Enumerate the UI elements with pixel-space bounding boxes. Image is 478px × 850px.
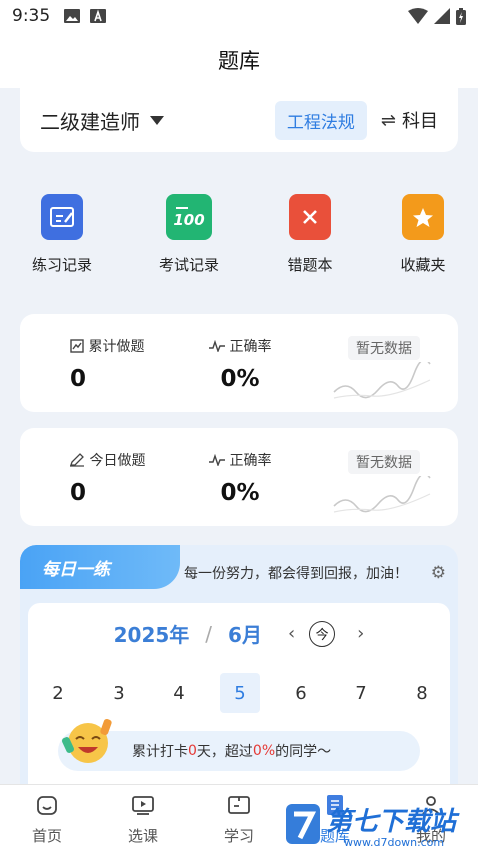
signal-icon <box>434 8 450 24</box>
exam-name: 二级建造师 <box>40 109 140 134</box>
today-nodata-badge: 暂无数据 <box>348 450 420 474</box>
exam-record-label: 考试记录 <box>158 256 219 274</box>
total-done-label: 累计做题 <box>88 339 145 355</box>
sparkline-placeholder <box>333 362 431 399</box>
wifi-icon <box>408 8 428 24</box>
total-rate-stat: 正确率 0% <box>198 336 282 392</box>
calendar-year[interactable]: 2025年 <box>114 619 190 648</box>
today-rate-label: 正确率 <box>229 453 272 469</box>
total-nodata-badge: 暂无数据 <box>348 336 420 360</box>
page-title: 题库 <box>218 49 260 73</box>
calendar-separator: / <box>205 621 213 646</box>
status-bar: 9:35 <box>0 0 478 32</box>
wrong-book-label: 错题本 <box>287 256 333 274</box>
day-cell[interactable]: 3 <box>99 673 139 713</box>
calendar-month[interactable]: 6月 <box>228 619 262 648</box>
watermark-url: www.d7down.com <box>344 836 444 849</box>
tab-course[interactable]: 选课 <box>113 793 173 846</box>
day-cell[interactable]: 7 <box>341 673 381 713</box>
favorites-label: 收藏夹 <box>400 256 446 274</box>
svg-text:100: 100 <box>173 211 204 229</box>
site-watermark-logo: 第七下载站 www.d7down.com <box>286 804 460 849</box>
calendar-header: 2025年 / 6月 ‹ 今 › <box>28 619 450 648</box>
quick-entries: 练习记录 100 考试记录 错题本 收藏夹 <box>0 190 478 280</box>
practice-record-label: 练习记录 <box>31 256 92 274</box>
chart-doc-icon <box>69 339 84 353</box>
prev-week-button[interactable]: ‹ <box>288 623 295 644</box>
battery-icon <box>456 7 466 25</box>
sparkline-placeholder <box>333 476 431 513</box>
streak-days: 0 <box>188 743 197 759</box>
switch-subject-label: 科目 <box>402 111 438 132</box>
today-rate-value: 0% <box>220 480 260 506</box>
pulse-icon <box>208 454 225 466</box>
watermark-text: 第七下载站 <box>326 807 460 837</box>
mascot-emoji-icon <box>61 718 112 763</box>
exam-record-entry[interactable]: 100 考试记录 <box>139 190 239 275</box>
favorites-icon <box>402 194 444 240</box>
practice-record-icon <box>41 194 83 240</box>
wrong-book-icon <box>289 194 331 240</box>
switch-subject-button[interactable]: ⇌ 科目 <box>381 107 438 133</box>
tab-study-label: 学习 <box>223 827 254 845</box>
today-done-label: 今日做题 <box>89 453 146 469</box>
total-done-value: 0 <box>70 366 87 392</box>
practice-record-entry[interactable]: 练习记录 <box>12 190 112 275</box>
tab-home-label: 首页 <box>31 827 62 845</box>
day-cell-selected[interactable]: 5 <box>220 673 260 713</box>
day-cell[interactable]: 6 <box>281 673 321 713</box>
next-week-button[interactable]: › <box>357 623 364 644</box>
streak-text-2: 天，超过 <box>196 744 253 760</box>
today-rate-stat: 正确率 0% <box>198 450 282 506</box>
pulse-icon <box>208 340 225 352</box>
current-subject-chip[interactable]: 工程法规 <box>274 100 367 140</box>
favorites-entry[interactable]: 收藏夹 <box>373 190 473 275</box>
streak-text-1: 累计打卡 <box>132 744 188 760</box>
home-icon <box>37 796 57 815</box>
daily-motto: 每一份努力，都会得到回报，加油！ <box>184 566 408 582</box>
pencil-icon <box>69 453 84 467</box>
app-bar: 题库 <box>0 32 478 88</box>
wrong-book-entry[interactable]: 错题本 <box>260 190 360 275</box>
daily-practice-tag: 每日一练 <box>20 545 180 589</box>
tab-home[interactable]: 首页 <box>17 793 77 846</box>
swap-arrows-icon: ⇌ <box>380 109 396 131</box>
day-cell[interactable]: 4 <box>159 673 199 713</box>
today-stats-card[interactable]: 今日做题 0 正确率 0% 暂无数据 <box>20 428 458 526</box>
week-days-row: 2 3 4 5 6 7 8 <box>28 673 450 713</box>
exam-dropdown[interactable]: 二级建造师 <box>40 106 164 135</box>
today-button[interactable]: 今 <box>309 620 336 647</box>
tab-study[interactable]: 学习 <box>209 793 269 846</box>
text-notification-icon <box>90 9 107 23</box>
exam-selector-card: 二级建造师 工程法规 ⇌ 科目 <box>20 88 458 152</box>
day-cell[interactable]: 8 <box>402 673 442 713</box>
study-icon <box>228 796 250 814</box>
total-done-stat: 累计做题 0 <box>48 336 166 392</box>
streak-text-3: 的同学～ <box>275 744 332 760</box>
today-done-stat: 今日做题 0 <box>48 450 166 506</box>
status-time: 9:35 <box>12 6 51 26</box>
caret-down-icon <box>150 115 164 125</box>
course-icon <box>132 796 154 815</box>
exam-record-icon: 100 <box>166 194 212 240</box>
day-cell[interactable]: 2 <box>38 673 78 713</box>
streak-percent: 0% <box>252 743 276 759</box>
gear-icon[interactable]: ⚙ <box>431 563 446 583</box>
image-notification-icon <box>64 9 81 23</box>
today-done-value: 0 <box>70 480 87 506</box>
total-rate-value: 0% <box>220 366 260 392</box>
total-rate-label: 正确率 <box>229 339 272 355</box>
tab-course-label: 选课 <box>127 827 158 845</box>
total-stats-card[interactable]: 累计做题 0 正确率 0% 暂无数据 <box>20 314 458 412</box>
